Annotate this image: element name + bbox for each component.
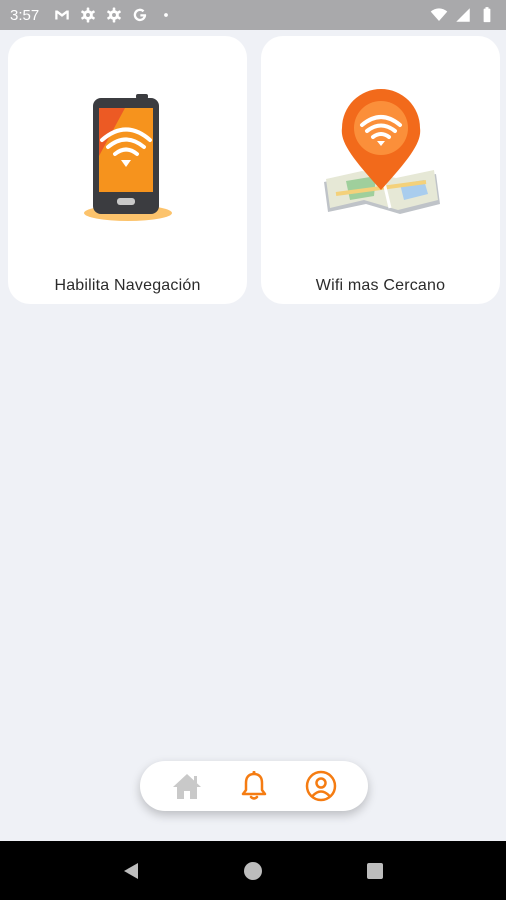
signal-icon [454,6,472,24]
notification-icons [53,6,175,24]
phone-wifi-icon [8,86,247,226]
card-label: Wifi mas Cercano [315,277,446,294]
google-icon [131,6,149,24]
home-icon[interactable] [167,766,207,806]
system-status-icons [430,6,496,24]
enable-navigation-card[interactable]: Habilita Navegación [8,36,247,304]
gmail-icon [53,6,71,24]
settings-icon [79,6,97,24]
status-time: 3:57 [10,6,40,24]
settings-icon [105,6,123,24]
map-wifi-pin-icon [261,86,500,226]
back-icon[interactable] [116,856,146,886]
nearest-wifi-card[interactable]: Wifi mas Cercano [261,36,500,304]
bell-icon[interactable] [234,766,274,806]
system-navigation-bar [0,841,506,900]
status-bar: 3:57 [0,0,506,30]
dot-icon [157,6,175,24]
wifi-icon [430,6,448,24]
card-label: Habilita Navegación [54,277,201,294]
profile-icon[interactable] [301,766,341,806]
home-circle-icon[interactable] [238,856,268,886]
bottom-navigation [140,761,368,811]
recents-icon[interactable] [360,856,390,886]
battery-icon [478,6,496,24]
